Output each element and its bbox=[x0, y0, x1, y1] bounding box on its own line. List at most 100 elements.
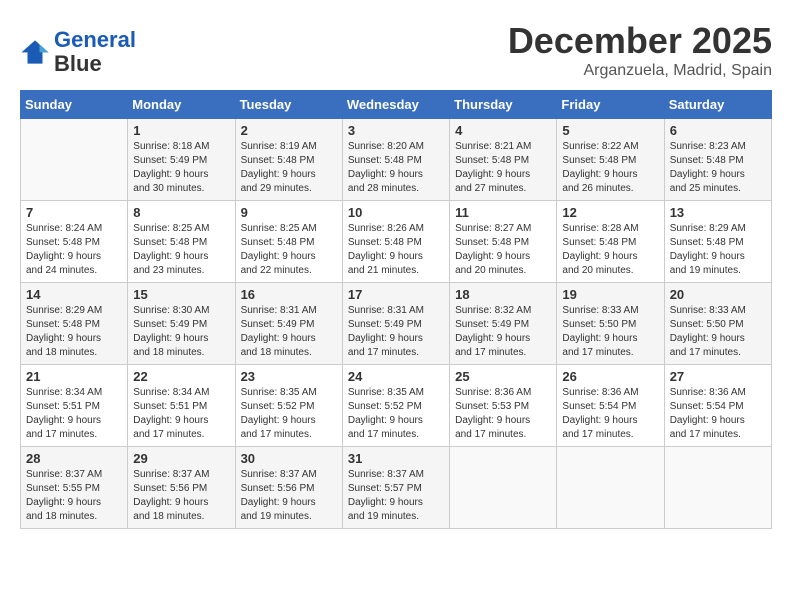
calendar-week-row: 7 Sunrise: 8:24 AM Sunset: 5:48 PM Daylig… bbox=[21, 201, 772, 283]
calendar-cell: 8 Sunrise: 8:25 AM Sunset: 5:48 PM Daylig… bbox=[128, 201, 235, 283]
day-info: Sunrise: 8:21 AM Sunset: 5:48 PM Dayligh… bbox=[455, 140, 551, 196]
calendar-header: SundayMondayTuesdayWednesdayThursdayFrid… bbox=[21, 91, 772, 119]
day-number: 17 bbox=[348, 287, 444, 302]
day-info: Sunrise: 8:27 AM Sunset: 5:48 PM Dayligh… bbox=[455, 222, 551, 278]
calendar-cell: 16Sunrise: 8:31 AM Sunset: 5:49 PM Dayli… bbox=[235, 283, 342, 365]
calendar-week-row: 14 Sunrise: 8:29 AM Sunset: 5:48 PM Dayli… bbox=[21, 283, 772, 365]
calendar-cell bbox=[557, 447, 664, 529]
day-number: 28 bbox=[26, 451, 122, 466]
day-number: 6 bbox=[670, 123, 766, 138]
calendar-cell: 31 Sunrise: 8:37 AM Sunset: 5:57 PM Dayli… bbox=[342, 447, 449, 529]
day-info: Sunrise: 8:35 AM Sunset: 5:52 PM Dayligh… bbox=[348, 386, 444, 442]
day-info: Sunrise: 8:28 AM Sunset: 5:48 PM Dayligh… bbox=[562, 222, 658, 278]
calendar-week-row: 21 Sunrise: 8:34 AM Sunset: 5:51 PM Dayli… bbox=[21, 365, 772, 447]
day-info: Sunrise: 8:22 AM Sunset: 5:48 PM Dayligh… bbox=[562, 140, 658, 196]
day-number: 11 bbox=[455, 205, 551, 220]
day-number: 5 bbox=[562, 123, 658, 138]
day-number: 27 bbox=[670, 369, 766, 384]
calendar-cell bbox=[450, 447, 557, 529]
day-info: Sunrise: 8:23 AM Sunset: 5:48 PM Dayligh… bbox=[670, 140, 766, 196]
day-info: Sunrise: 8:36 AM Sunset: 5:54 PM Dayligh… bbox=[670, 386, 766, 442]
weekday-header: Sunday bbox=[21, 91, 128, 119]
day-info: Sunrise: 8:25 AM Sunset: 5:48 PM Dayligh… bbox=[133, 222, 229, 278]
day-number: 7 bbox=[26, 205, 122, 220]
day-info: Sunrise: 8:25 AM Sunset: 5:48 PM Dayligh… bbox=[241, 222, 337, 278]
day-number: 19 bbox=[562, 287, 658, 302]
day-info: Sunrise: 8:37 AM Sunset: 5:55 PM Dayligh… bbox=[26, 468, 122, 524]
calendar-cell: 30 Sunrise: 8:37 AM Sunset: 5:56 PM Dayli… bbox=[235, 447, 342, 529]
day-number: 22 bbox=[133, 369, 229, 384]
day-number: 2 bbox=[241, 123, 337, 138]
calendar-cell: 20Sunrise: 8:33 AM Sunset: 5:50 PM Dayli… bbox=[664, 283, 771, 365]
day-info: Sunrise: 8:34 AM Sunset: 5:51 PM Dayligh… bbox=[26, 386, 122, 442]
day-number: 20 bbox=[670, 287, 766, 302]
calendar-cell: 12Sunrise: 8:28 AM Sunset: 5:48 PM Dayli… bbox=[557, 201, 664, 283]
calendar-cell: 9 Sunrise: 8:25 AM Sunset: 5:48 PM Daylig… bbox=[235, 201, 342, 283]
calendar-cell: 17 Sunrise: 8:31 AM Sunset: 5:49 PM Dayli… bbox=[342, 283, 449, 365]
day-number: 13 bbox=[670, 205, 766, 220]
month-title: December 2025 bbox=[508, 20, 772, 62]
logo-icon bbox=[20, 38, 50, 66]
calendar-cell: 27 Sunrise: 8:36 AM Sunset: 5:54 PM Dayli… bbox=[664, 365, 771, 447]
weekday-header: Friday bbox=[557, 91, 664, 119]
calendar-cell: 2 Sunrise: 8:19 AM Sunset: 5:48 PM Daylig… bbox=[235, 119, 342, 201]
day-number: 9 bbox=[241, 205, 337, 220]
calendar-cell: 3 Sunrise: 8:20 AM Sunset: 5:48 PM Daylig… bbox=[342, 119, 449, 201]
title-block: December 2025 Arganzuela, Madrid, Spain bbox=[508, 20, 772, 80]
weekday-header: Thursday bbox=[450, 91, 557, 119]
calendar-cell: 13 Sunrise: 8:29 AM Sunset: 5:48 PM Dayli… bbox=[664, 201, 771, 283]
day-number: 15 bbox=[133, 287, 229, 302]
day-info: Sunrise: 8:19 AM Sunset: 5:48 PM Dayligh… bbox=[241, 140, 337, 196]
calendar-cell: 5 Sunrise: 8:22 AM Sunset: 5:48 PM Daylig… bbox=[557, 119, 664, 201]
day-info: Sunrise: 8:31 AM Sunset: 5:49 PM Dayligh… bbox=[348, 304, 444, 360]
weekday-header-row: SundayMondayTuesdayWednesdayThursdayFrid… bbox=[21, 91, 772, 119]
weekday-header: Monday bbox=[128, 91, 235, 119]
calendar-week-row: 1 Sunrise: 8:18 AM Sunset: 5:49 PM Daylig… bbox=[21, 119, 772, 201]
day-number: 21 bbox=[26, 369, 122, 384]
day-number: 3 bbox=[348, 123, 444, 138]
day-info: Sunrise: 8:24 AM Sunset: 5:48 PM Dayligh… bbox=[26, 222, 122, 278]
day-number: 14 bbox=[26, 287, 122, 302]
day-info: Sunrise: 8:29 AM Sunset: 5:48 PM Dayligh… bbox=[26, 304, 122, 360]
day-info: Sunrise: 8:34 AM Sunset: 5:51 PM Dayligh… bbox=[133, 386, 229, 442]
calendar-cell: 25 Sunrise: 8:36 AM Sunset: 5:53 PM Dayli… bbox=[450, 365, 557, 447]
day-info: Sunrise: 8:20 AM Sunset: 5:48 PM Dayligh… bbox=[348, 140, 444, 196]
logo: General Blue bbox=[20, 28, 136, 76]
day-info: Sunrise: 8:31 AM Sunset: 5:49 PM Dayligh… bbox=[241, 304, 337, 360]
day-number: 25 bbox=[455, 369, 551, 384]
calendar-cell: 10 Sunrise: 8:26 AM Sunset: 5:48 PM Dayli… bbox=[342, 201, 449, 283]
weekday-header: Wednesday bbox=[342, 91, 449, 119]
calendar-cell: 23Sunrise: 8:35 AM Sunset: 5:52 PM Dayli… bbox=[235, 365, 342, 447]
calendar-cell: 19 Sunrise: 8:33 AM Sunset: 5:50 PM Dayli… bbox=[557, 283, 664, 365]
day-info: Sunrise: 8:37 AM Sunset: 5:56 PM Dayligh… bbox=[241, 468, 337, 524]
day-info: Sunrise: 8:37 AM Sunset: 5:57 PM Dayligh… bbox=[348, 468, 444, 524]
day-info: Sunrise: 8:36 AM Sunset: 5:53 PM Dayligh… bbox=[455, 386, 551, 442]
calendar-body: 1 Sunrise: 8:18 AM Sunset: 5:49 PM Daylig… bbox=[21, 119, 772, 529]
day-number: 24 bbox=[348, 369, 444, 384]
day-number: 10 bbox=[348, 205, 444, 220]
day-number: 8 bbox=[133, 205, 229, 220]
day-number: 26 bbox=[562, 369, 658, 384]
calendar-cell: 15 Sunrise: 8:30 AM Sunset: 5:49 PM Dayli… bbox=[128, 283, 235, 365]
day-info: Sunrise: 8:29 AM Sunset: 5:48 PM Dayligh… bbox=[670, 222, 766, 278]
day-info: Sunrise: 8:37 AM Sunset: 5:56 PM Dayligh… bbox=[133, 468, 229, 524]
calendar-cell: 7 Sunrise: 8:24 AM Sunset: 5:48 PM Daylig… bbox=[21, 201, 128, 283]
calendar-cell: 4 Sunrise: 8:21 AM Sunset: 5:48 PM Daylig… bbox=[450, 119, 557, 201]
day-info: Sunrise: 8:33 AM Sunset: 5:50 PM Dayligh… bbox=[562, 304, 658, 360]
day-number: 4 bbox=[455, 123, 551, 138]
day-info: Sunrise: 8:30 AM Sunset: 5:49 PM Dayligh… bbox=[133, 304, 229, 360]
calendar-cell: 11 Sunrise: 8:27 AM Sunset: 5:48 PM Dayli… bbox=[450, 201, 557, 283]
day-info: Sunrise: 8:32 AM Sunset: 5:49 PM Dayligh… bbox=[455, 304, 551, 360]
calendar-cell bbox=[664, 447, 771, 529]
day-info: Sunrise: 8:26 AM Sunset: 5:48 PM Dayligh… bbox=[348, 222, 444, 278]
day-number: 31 bbox=[348, 451, 444, 466]
day-number: 30 bbox=[241, 451, 337, 466]
weekday-header: Tuesday bbox=[235, 91, 342, 119]
day-number: 29 bbox=[133, 451, 229, 466]
calendar-week-row: 28 Sunrise: 8:37 AM Sunset: 5:55 PM Dayli… bbox=[21, 447, 772, 529]
calendar-table: SundayMondayTuesdayWednesdayThursdayFrid… bbox=[20, 90, 772, 529]
day-number: 1 bbox=[133, 123, 229, 138]
day-info: Sunrise: 8:18 AM Sunset: 5:49 PM Dayligh… bbox=[133, 140, 229, 196]
logo-name: General Blue bbox=[54, 28, 136, 76]
calendar-cell: 21 Sunrise: 8:34 AM Sunset: 5:51 PM Dayli… bbox=[21, 365, 128, 447]
